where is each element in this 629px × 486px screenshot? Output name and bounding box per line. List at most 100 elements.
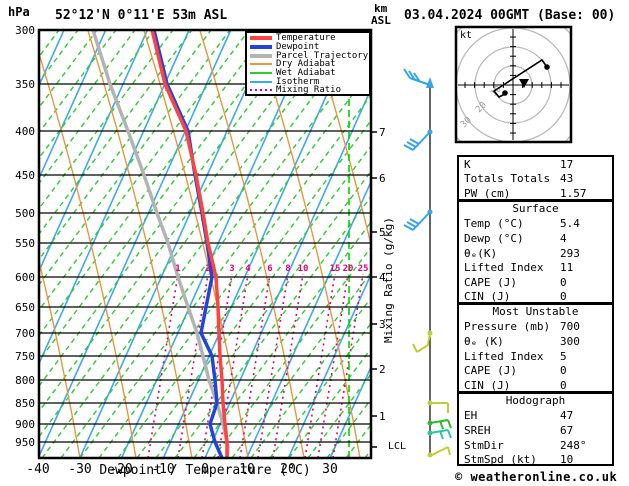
x-axis-title: Dewpoint / Temperature (°C) (99, 463, 311, 478)
legend-swatch-wet-adiabat (250, 72, 272, 75)
pressure-tick-label: 800 (15, 374, 35, 387)
pressure-tick-label: 650 (15, 301, 35, 314)
table-row: θₑ (K) 300 (459, 334, 612, 349)
table-row-value: 0 (560, 378, 567, 392)
legend-swatch-dewpoint (250, 45, 272, 50)
pressure-tick-label: 950 (15, 436, 35, 449)
table-row-label: PW (cm) (464, 186, 511, 200)
table-row: Dewp (°C) 4 (459, 231, 612, 246)
table-row-value: 293 (560, 246, 580, 260)
mixing-ratio-label: 10 (297, 264, 309, 274)
mixing-ratio-label: 20 (342, 264, 354, 274)
altitude-unit-asl: ASL (371, 14, 391, 27)
pressure-tick-label: 350 (15, 78, 35, 91)
table-row-value: 300 (560, 334, 580, 348)
pressure-tick-label: 500 (15, 207, 35, 220)
table-row-value: 47 (560, 409, 574, 423)
footer-credit: © weatheronline.co.uk (455, 470, 618, 484)
table-row: StmDir 248° (459, 438, 612, 453)
index-table-hodograph: Hodograph EH 47 SREH 67 StmDir 248° StmSpd (kt)… (457, 392, 614, 466)
table-row: CIN (J) 0 (459, 378, 612, 393)
table-row-label: Pressure (mb) (464, 320, 551, 334)
table-row-value: 1.57 (560, 186, 587, 200)
table-row: Temp (°C) 5.4 (459, 217, 612, 232)
table-row-label: CIN (J) (464, 290, 511, 304)
mixing-ratio-label: 6 (267, 264, 273, 274)
table-title: Hodograph (505, 394, 566, 407)
legend-item: Mixing Ratio (250, 86, 369, 95)
temp-tick-label: 30 (322, 462, 338, 477)
table-row-label: StmSpd (kt) (464, 453, 537, 467)
table-title: Surface (512, 202, 559, 215)
km-tick-label: 1 (379, 410, 386, 423)
table-row: EH 47 (459, 409, 612, 424)
legend-swatch-parcel-trajectory (250, 53, 272, 58)
table-row-value: 5.4 (560, 217, 580, 231)
datetime-label: 03.04.2024 00GMT (Base: 00) (404, 8, 616, 23)
table-row: K 17 (459, 157, 612, 172)
table-row: CAPE (J) 0 (459, 275, 612, 290)
table-row: Lifted Index 5 (459, 349, 612, 364)
index-table-surface: Surface Temp (°C) 5.4 Dewp (°C) 4 θₑ(K) 293 Lif… (457, 200, 614, 304)
pressure-tick-label: 900 (15, 418, 35, 431)
pressure-tick-label: 300 (15, 24, 35, 37)
table-row-label: Totals Totals (464, 172, 551, 186)
legend-label: Wet Adiabat (276, 68, 336, 79)
hodograph-unit-label: kt (460, 30, 473, 41)
table-row-value: 43 (560, 172, 574, 186)
mixing-ratio-label: 25 (357, 264, 369, 274)
mixing-ratio-axis-title: Mixing Ratio (g/kg) (382, 217, 395, 343)
table-row-value: 700 (560, 320, 580, 334)
mixing-ratio-label: 3 (229, 264, 235, 274)
pressure-tick-label: 750 (15, 350, 35, 363)
temp-tick-label: -30 (68, 462, 92, 477)
legend-swatch-temperature (250, 36, 272, 41)
mixing-ratio-label: 15 (329, 264, 341, 274)
table-row-value: 248° (560, 438, 587, 452)
legend: Temperature Dewpoint Parcel Trajectory Dry … (245, 31, 371, 96)
pressure-tick-label: 600 (15, 271, 35, 284)
table-row-value: 0 (560, 290, 567, 304)
table-row-value: 67 (560, 423, 574, 437)
table-row: Totals Totals 43 (459, 172, 612, 187)
table-row-value: 0 (560, 275, 567, 289)
table-row-label: CAPE (J) (464, 275, 517, 289)
lcl-label: LCL (388, 441, 407, 452)
sounding-app: 10 20 30 hPa 52°12'N 0°11'E 53m ASL km ASL… (0, 0, 629, 486)
table-row-label: EH (464, 409, 478, 423)
index-table-most-unstable: Most Unstable Pressure (mb) 700 θₑ (K) 300 Li… (457, 303, 614, 393)
pressure-tick-label: 700 (15, 327, 35, 340)
table-row-value: 0 (560, 364, 567, 378)
table-row: Pressure (mb) 700 (459, 320, 612, 335)
table-row-label: θₑ(K) (464, 246, 498, 260)
legend-swatch-mixing-ratio (250, 89, 272, 92)
table-row-label: Lifted Index (464, 349, 544, 363)
mixing-ratio-label: 1 (175, 264, 181, 274)
table-row-label: Dewp (°C) (464, 231, 524, 245)
legend-swatch-dry-adiabat (250, 63, 272, 66)
table-row: θₑ(K) 293 (459, 246, 612, 261)
table-row-value: 4 (560, 231, 567, 245)
table-row-label: θₑ (K) (464, 334, 504, 348)
pressure-unit-label: hPa (8, 5, 30, 19)
mixing-ratio-label: 4 (245, 264, 251, 274)
legend-swatch-isotherm (250, 80, 272, 83)
pressure-tick-label: 400 (15, 125, 35, 138)
table-title: Most Unstable (492, 305, 579, 318)
mixing-ratio-label: 8 (285, 264, 291, 274)
km-tick-label: 7 (379, 126, 386, 139)
km-tick-label: 2 (379, 363, 386, 376)
table-row: Lifted Index 11 (459, 260, 612, 275)
legend-label: Dewpoint (276, 42, 320, 53)
km-tick-label: 6 (379, 172, 386, 185)
page-title: 52°12'N 0°11'E 53m ASL (55, 8, 228, 23)
legend-label: Mixing Ratio (276, 85, 342, 96)
table-row-value: 10 (560, 453, 574, 467)
pressure-tick-label: 550 (15, 237, 35, 250)
mixing-ratio-label: 2 (205, 264, 211, 274)
index-table: K 17 Totals Totals 43 PW (cm) 1.57 (457, 155, 614, 201)
table-row-label: SREH (464, 423, 491, 437)
table-row-label: Lifted Index (464, 261, 544, 275)
table-row-label: Temp (°C) (464, 217, 524, 231)
table-row-label: K (464, 157, 471, 171)
